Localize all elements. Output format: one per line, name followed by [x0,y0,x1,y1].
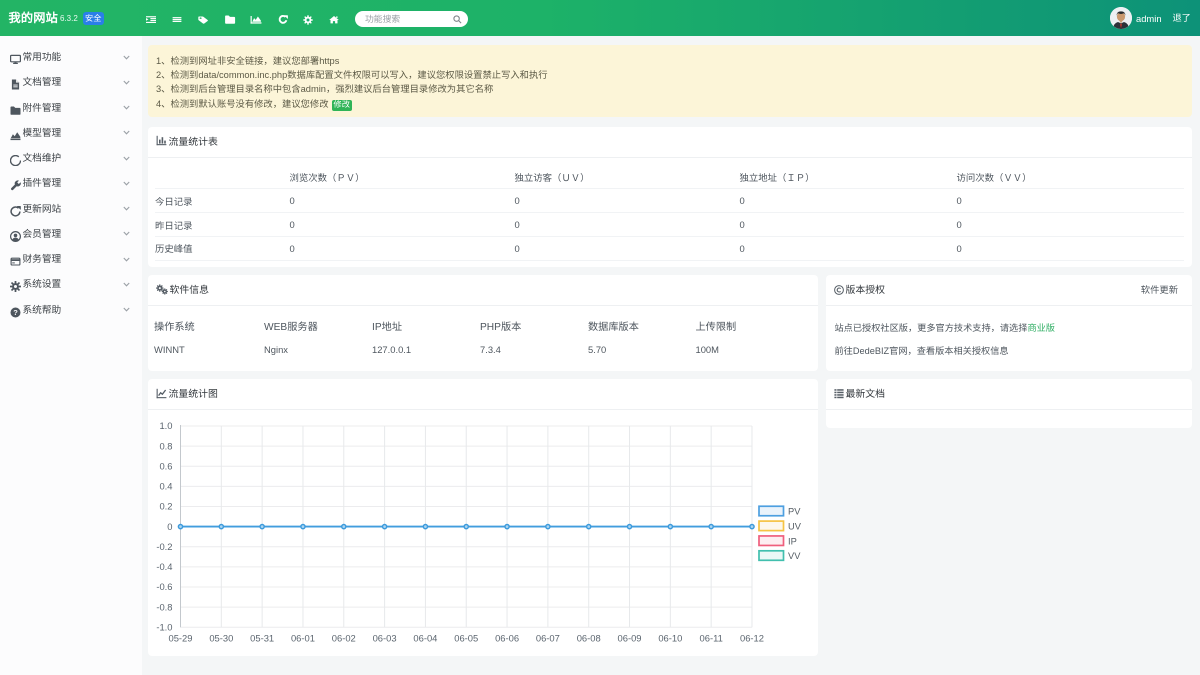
svg-text:06-10: 06-10 [658,633,682,644]
svg-text:06-08: 06-08 [577,633,601,644]
svg-text:06-07: 06-07 [536,633,560,644]
svg-text:06-09: 06-09 [618,633,642,644]
svg-text:IP: IP [788,536,797,546]
svg-text:0.2: 0.2 [159,501,172,512]
svg-text:0: 0 [167,521,172,532]
svg-text:06-01: 06-01 [291,633,315,644]
svg-text:-0.2: -0.2 [156,541,172,552]
svg-text:0.6: 0.6 [159,460,172,471]
svg-text:05-30: 05-30 [209,633,233,644]
svg-text:06-05: 06-05 [454,633,478,644]
svg-text:05-29: 05-29 [169,633,193,644]
svg-text:06-02: 06-02 [332,633,356,644]
svg-text:06-04: 06-04 [413,633,437,644]
svg-text:?: ? [13,308,18,317]
svg-text:1.0: 1.0 [159,420,172,431]
svg-text:-0.4: -0.4 [156,561,172,572]
svg-text:-0.6: -0.6 [156,581,172,592]
svg-text:-1.0: -1.0 [156,621,172,632]
svg-text:0.8: 0.8 [159,440,172,451]
svg-text:-0.8: -0.8 [156,601,172,612]
svg-text:UV: UV [788,522,802,532]
svg-text:PV: PV [788,507,801,517]
svg-text:0.4: 0.4 [159,481,172,492]
svg-text:05-31: 05-31 [250,633,274,644]
svg-text:06-11: 06-11 [700,633,723,644]
svg-text:06-12: 06-12 [740,633,764,644]
svg-text:06-06: 06-06 [495,633,519,644]
svg-text:VV: VV [788,551,801,561]
svg-text:06-03: 06-03 [373,633,397,644]
